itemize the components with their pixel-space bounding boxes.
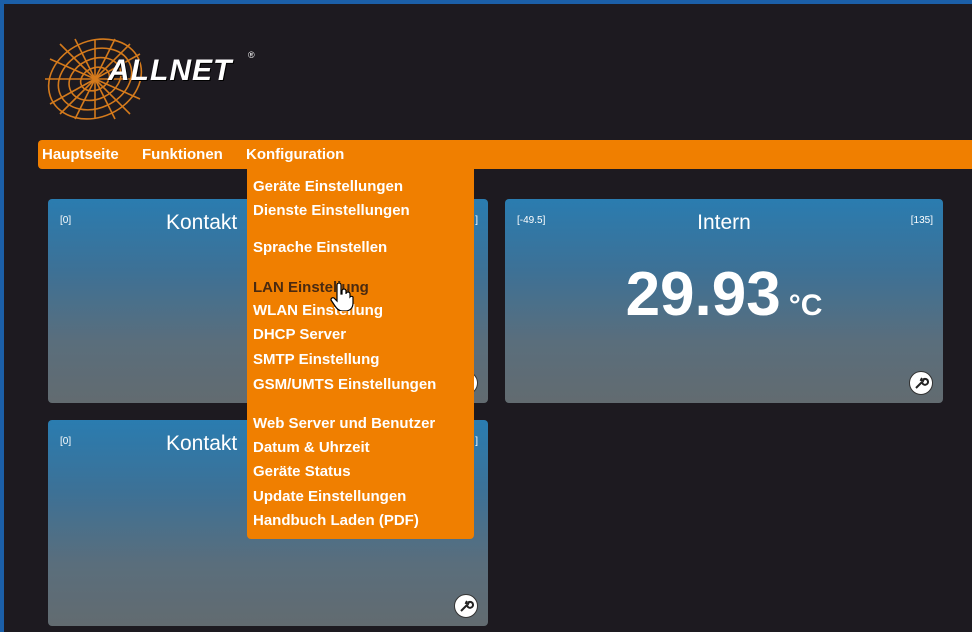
menu-item-geraete-einstellungen[interactable]: Geräte Einstellungen — [253, 178, 403, 195]
menu-item-web-server-und-benutzer[interactable]: Web Server und Benutzer — [253, 415, 435, 432]
menu-item-dhcp-server[interactable]: DHCP Server — [253, 326, 346, 343]
wrench-icon[interactable] — [909, 371, 933, 395]
menu-item-wlan-einstellung[interactable]: WLAN Einstellung — [253, 302, 383, 319]
app-frame: ALLNET ® Hauptseite Funktionen Konfigura… — [0, 0, 972, 632]
registered-mark: ® — [248, 50, 255, 60]
tile-title: Kontakt — [166, 432, 238, 455]
tile-intern[interactable]: [-49.5] Intern [135] 29.93 °C — [505, 199, 943, 403]
brand-name: ALLNET — [108, 54, 233, 87]
menu-item-smtp-einstellung[interactable]: SMTP Einstellung — [253, 351, 379, 368]
menu-item-sprache-einstellen[interactable]: Sprache Einstellen — [253, 239, 387, 256]
menu-item-handbuch-laden[interactable]: Handbuch Laden (PDF) — [253, 512, 419, 529]
temperature-unit: °C — [788, 289, 823, 322]
temperature-value: 29.93 — [625, 260, 781, 329]
konfiguration-dropdown: Geräte Einstellungen Dienste Einstellung… — [247, 169, 474, 539]
tile-max-value: [135] — [910, 215, 933, 226]
tile-title: Kontakt — [166, 211, 238, 234]
tile-min-value: [0] — [60, 436, 72, 447]
hand-cursor-icon — [330, 283, 354, 311]
nav-funktionen[interactable]: Funktionen — [142, 146, 223, 163]
tile-min-value: [0] — [60, 215, 72, 226]
nav-hauptseite[interactable]: Hauptseite — [42, 146, 119, 163]
menu-item-geraete-status[interactable]: Geräte Status — [253, 463, 351, 480]
temperature-reading: 29.93 °C — [505, 259, 943, 330]
tile-max-value: ] — [475, 215, 478, 226]
tile-max-value: ] — [475, 436, 478, 447]
wrench-icon[interactable] — [454, 594, 478, 618]
menu-item-gsm-umts-einstellungen[interactable]: GSM/UMTS Einstellungen — [253, 376, 436, 393]
nav-konfiguration[interactable]: Konfiguration — [246, 146, 344, 163]
main-navbar: Hauptseite Funktionen Konfiguration — [38, 140, 972, 169]
menu-item-dienste-einstellungen[interactable]: Dienste Einstellungen — [253, 202, 410, 219]
tile-title: Intern — [697, 211, 751, 234]
menu-item-update-einstellungen[interactable]: Update Einstellungen — [253, 488, 406, 505]
menu-item-datum-uhrzeit[interactable]: Datum & Uhrzeit — [253, 439, 370, 456]
